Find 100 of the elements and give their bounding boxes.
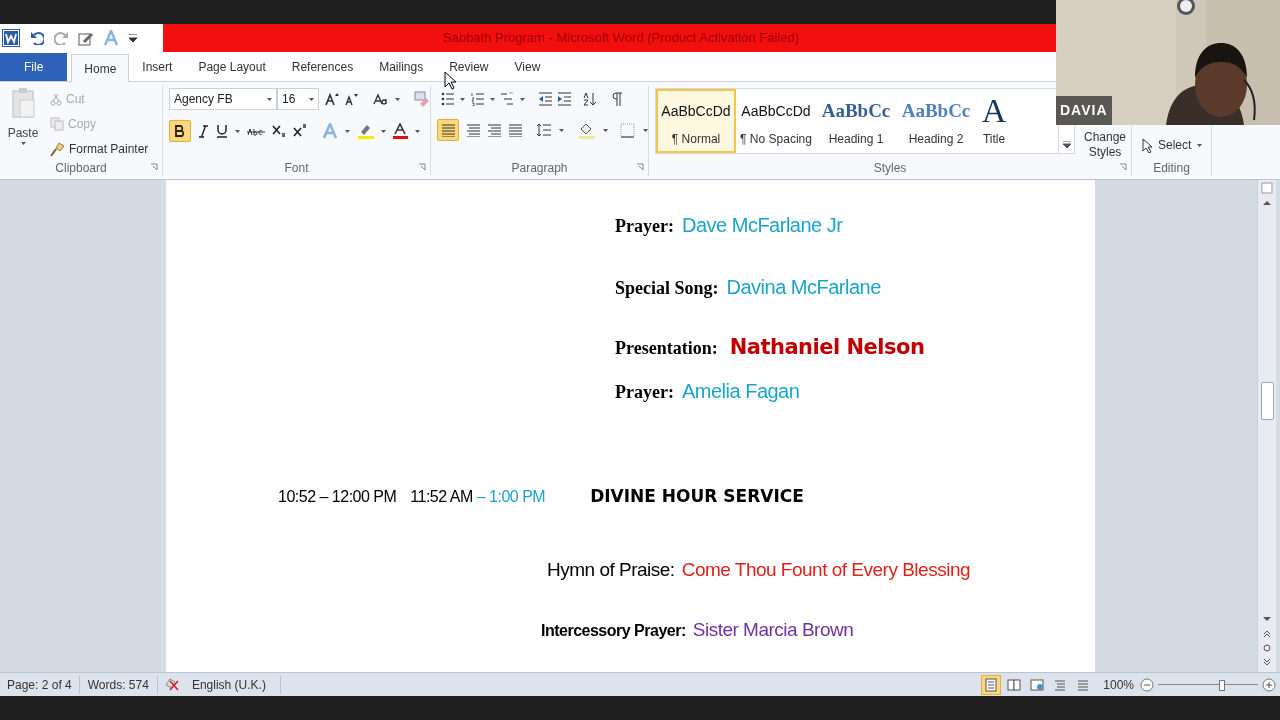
decrease-indent-icon[interactable] — [539, 92, 552, 106]
zoom-slider-thumb[interactable] — [1219, 679, 1226, 691]
caret-icon[interactable] — [559, 128, 564, 132]
zoom-level[interactable]: 100% — [1103, 675, 1134, 694]
underline-icon[interactable] — [216, 124, 228, 138]
gallery-more-icon[interactable] — [1062, 141, 1071, 149]
time-range: – 1:00 PM — [476, 487, 546, 507]
style-gallery-item[interactable]: AaBbCcDd ¶ Normal — [656, 89, 736, 153]
caret-icon[interactable] — [381, 129, 386, 133]
dialog-launcher-icon[interactable] — [150, 163, 158, 171]
caret-icon[interactable] — [267, 97, 272, 101]
proofing-icon[interactable] — [163, 676, 180, 693]
zoom-out-icon[interactable] — [1140, 677, 1154, 692]
bold-icon[interactable] — [175, 125, 185, 137]
sort-icon[interactable] — [583, 92, 597, 106]
change-styles-button[interactable]: Change Styles — [1079, 130, 1131, 160]
caret-icon[interactable] — [643, 128, 648, 132]
caret-icon[interactable] — [460, 97, 465, 101]
next-page-icon[interactable] — [1264, 658, 1270, 666]
caret-icon[interactable] — [603, 128, 608, 132]
program-name: Amelia Fagan — [681, 379, 800, 404]
scroll-down-icon[interactable] — [1263, 616, 1271, 622]
select-button[interactable]: Select — [1142, 136, 1211, 154]
group-label: Styles — [873, 160, 907, 177]
caret-icon[interactable] — [520, 97, 525, 101]
group-label: Clipboard — [55, 160, 107, 177]
ribbon-tab[interactable]: Mailings — [366, 53, 437, 81]
font-color-icon[interactable] — [393, 123, 408, 139]
ribbon-tab[interactable]: Review — [436, 53, 502, 81]
align-center-icon[interactable] — [467, 123, 480, 137]
style-gallery-item[interactable]: AaBbCc Heading 1 — [816, 89, 896, 153]
clipboard-icon[interactable] — [10, 88, 36, 118]
web-layout-icon — [1030, 677, 1045, 692]
change-case-icon[interactable] — [373, 92, 389, 106]
caret-icon[interactable] — [415, 129, 420, 133]
program-label: Intercessory Prayer: — [541, 621, 686, 641]
vertical-scrollbar[interactable] — [1257, 180, 1276, 672]
view-button[interactable] — [981, 674, 1002, 695]
pilcrow-icon[interactable] — [611, 92, 623, 106]
caret-icon[interactable] — [395, 97, 400, 101]
caret-icon[interactable] — [309, 97, 314, 101]
word-count[interactable]: Words: 574 — [79, 675, 158, 694]
scroll-up-icon[interactable] — [1263, 200, 1271, 206]
ruler-toggle-icon[interactable] — [1261, 182, 1273, 194]
browse-object-icon[interactable] — [1263, 644, 1271, 652]
superscript-icon[interactable] — [293, 124, 307, 138]
numbering-icon[interactable] — [471, 92, 484, 106]
program-name: Come Thou Fount of Every Blessing — [681, 558, 970, 582]
grow-font-icon[interactable] — [325, 92, 339, 106]
subscript-icon[interactable] — [272, 124, 286, 138]
page-count[interactable]: Page: 2 of 4 — [0, 675, 80, 694]
group-label: Editing — [1153, 160, 1190, 177]
caret-icon[interactable] — [1197, 143, 1203, 147]
ribbon-tab[interactable]: View — [501, 53, 554, 81]
italic-icon[interactable] — [198, 124, 209, 138]
program-name: Sister Marcia Brown — [692, 618, 854, 642]
caret-icon[interactable] — [235, 129, 240, 133]
multilevel-list-icon[interactable] — [501, 92, 514, 106]
ribbon-tab[interactable]: Insert — [129, 53, 186, 81]
scroll-thumb[interactable] — [1260, 382, 1274, 420]
bullets-icon[interactable] — [441, 92, 454, 106]
dialog-launcher-icon[interactable] — [636, 163, 644, 171]
ribbon-tab[interactable]: References — [278, 53, 367, 81]
shrink-font-icon[interactable] — [345, 92, 359, 106]
caret-icon[interactable] — [490, 97, 495, 101]
font-size-field[interactable]: 16 — [277, 88, 319, 110]
font-name-field[interactable]: Agency FB — [169, 88, 277, 110]
caret-icon[interactable] — [20, 142, 26, 145]
style-gallery-item[interactable]: A Title — [976, 89, 1012, 153]
paintbrush-icon[interactable] — [50, 141, 65, 157]
group-label: Font — [284, 160, 309, 177]
format-painter-button[interactable]: Format Painter — [50, 140, 149, 158]
style-gallery-item[interactable]: AaBbCcDd ¶ No Spacing — [736, 89, 816, 153]
align-left-button[interactable] — [437, 119, 459, 141]
undo-icon[interactable] — [30, 31, 44, 45]
dialog-launcher-icon[interactable] — [418, 163, 426, 171]
dialog-launcher-icon[interactable] — [1119, 163, 1127, 171]
program-name: Nathaniel Nelson — [729, 334, 925, 361]
borders-icon[interactable] — [620, 122, 635, 138]
highlighter-icon[interactable] — [357, 123, 374, 139]
ribbon-tab[interactable]: File — [0, 53, 68, 81]
bold-button[interactable] — [169, 120, 191, 142]
shading-icon[interactable] — [578, 121, 595, 139]
paste-button[interactable]: Paste — [6, 86, 40, 160]
caret-icon[interactable] — [345, 129, 350, 133]
style-gallery-item[interactable]: AaBbCc Heading 2 — [896, 89, 976, 153]
pointer-icon[interactable] — [1142, 137, 1152, 153]
edit-document-icon[interactable] — [78, 30, 93, 46]
customize-menu-icon[interactable] — [129, 33, 137, 43]
increase-indent-icon[interactable] — [558, 92, 571, 106]
window-title: Sabbath Program - Microsoft Word (Product Activation Failed) — [443, 29, 799, 48]
language-indicator[interactable]: English (U.K.) — [185, 675, 281, 694]
ribbon-tab[interactable]: Home — [71, 54, 130, 82]
previous-page-icon[interactable] — [1264, 630, 1270, 638]
line-spacing-icon[interactable] — [536, 123, 551, 137]
zoom-in-icon[interactable] — [1262, 677, 1276, 692]
justify-icon[interactable] — [509, 123, 522, 137]
ribbon-tab[interactable]: Page Layout — [185, 53, 279, 81]
align-right-icon[interactable] — [488, 123, 501, 137]
word-logo-icon[interactable] — [2, 29, 20, 47]
